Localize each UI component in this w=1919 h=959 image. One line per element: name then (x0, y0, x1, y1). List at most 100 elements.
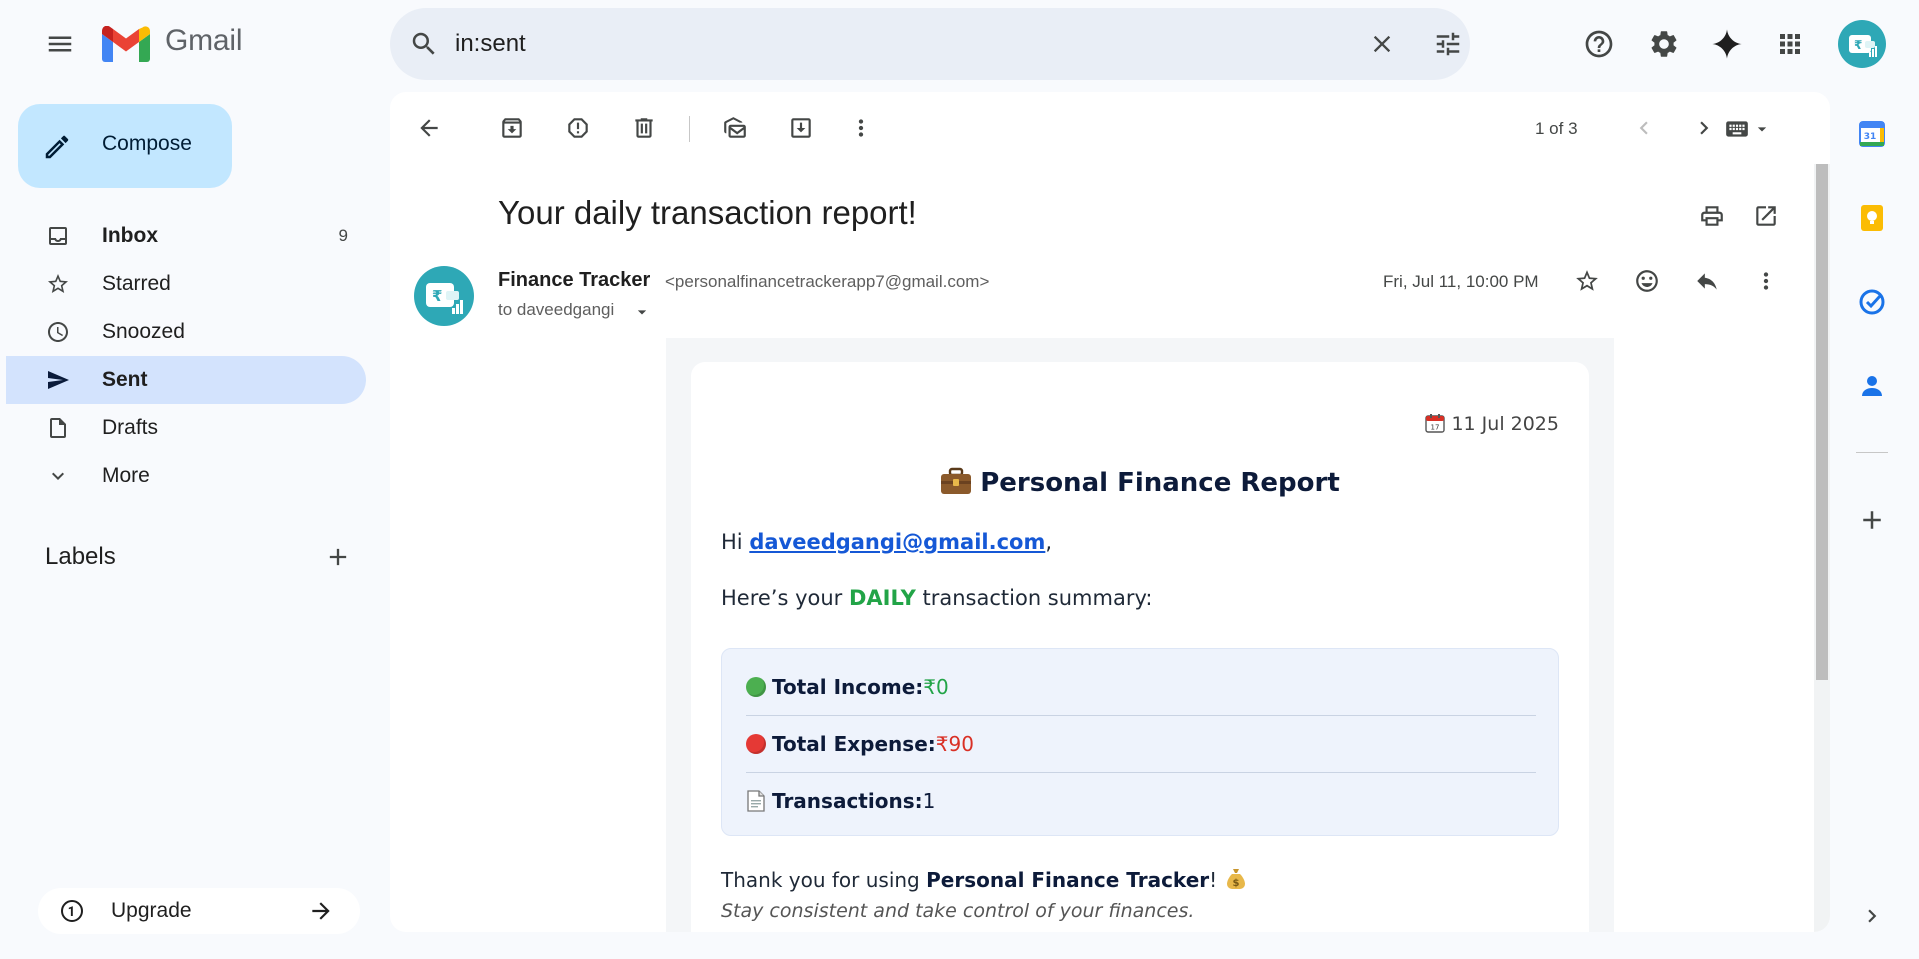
sender-name[interactable]: Finance Tracker (498, 269, 650, 292)
star-icon (1576, 270, 1598, 291)
tagline: Stay consistent and take control of your… (721, 900, 1195, 922)
clear-search-button[interactable] (1358, 20, 1406, 68)
summary-prefix: Here’s your (721, 586, 849, 610)
create-label-button[interactable] (314, 533, 362, 581)
pagination-text: 1 of 3 (1535, 119, 1578, 138)
briefcase-icon (941, 467, 972, 494)
show-side-panel-button[interactable] (1848, 892, 1896, 940)
clear-search-icon (1373, 35, 1391, 53)
scrollbar-thumb[interactable] (1816, 164, 1828, 680)
back-button[interactable] (405, 104, 453, 152)
sidebar-item-snoozed[interactable]: Snoozed (6, 308, 366, 356)
expense-row: Total Expense:₹90 (746, 716, 1536, 773)
greeting-suffix: , (1045, 530, 1053, 554)
search-button[interactable] (400, 20, 448, 68)
get-addons-button[interactable] (1848, 496, 1896, 544)
settings-button[interactable] (1640, 20, 1688, 68)
transactions-value: 1 (922, 789, 936, 813)
search-options-button[interactable] (1424, 20, 1472, 68)
star-message-button[interactable] (1563, 257, 1611, 305)
apps-icon (1780, 34, 1800, 54)
sidebar-item-label: Inbox (102, 224, 158, 247)
mark-unread-button[interactable] (711, 104, 759, 152)
tasks-app-button[interactable] (1848, 278, 1896, 326)
income-row: Total Income:₹0 (746, 659, 1536, 716)
sidebar-item-sent[interactable]: Sent (6, 356, 366, 404)
calendar-app-button[interactable]: 31 (1848, 110, 1896, 158)
toolbar-divider (689, 116, 690, 142)
upgrade-button[interactable]: Upgrade (38, 888, 360, 934)
delete-button[interactable] (620, 104, 668, 152)
sidebar-item-label: Drafts (102, 416, 159, 439)
compose-button[interactable]: Compose (18, 104, 232, 188)
sidebar-item-inbox[interactable]: Inbox 9 (6, 212, 366, 260)
move-to-button[interactable] (777, 104, 825, 152)
message-date: Fri, Jul 11, 10:00 PM (1383, 272, 1539, 291)
summary-suffix: transaction summary: (915, 586, 1153, 610)
draft-icon (50, 418, 66, 438)
reply-icon (1697, 273, 1717, 290)
compose-label: Compose (102, 132, 192, 155)
calendar-icon: 31 (1859, 121, 1885, 147)
greeting-prefix: Hi (721, 530, 750, 554)
reply-button[interactable] (1683, 257, 1731, 305)
recipient-email-link[interactable]: daveedgangi@gmail.com (749, 530, 1045, 554)
settings-icon (1651, 31, 1677, 57)
sidebar-item-label: Sent (102, 368, 148, 391)
search-input[interactable]: in:sent (455, 30, 526, 58)
sidebar-item-drafts[interactable]: Drafts (6, 404, 366, 452)
brand-name: Personal Finance Tracker (926, 868, 1210, 892)
summary-intro: Here’s your DAILY transaction summary: (721, 586, 1152, 610)
input-tools-button[interactable] (1722, 116, 1778, 142)
newer-button[interactable] (1620, 104, 1668, 152)
report-spam-button[interactable] (554, 104, 602, 152)
main-menu-button[interactable] (36, 20, 84, 68)
document-icon (747, 790, 765, 812)
contacts-icon (1862, 376, 1882, 396)
keep-app-button[interactable] (1848, 194, 1896, 242)
sidebar-item-more[interactable]: More (6, 452, 366, 500)
next-icon (1700, 121, 1709, 135)
send-icon (48, 371, 69, 389)
gemini-button[interactable] (1703, 20, 1751, 68)
move-to-icon (791, 118, 811, 138)
archive-button[interactable] (488, 104, 536, 152)
sidebar-item-label: More (102, 464, 150, 487)
sender-avatar[interactable]: ₹ (414, 266, 474, 326)
google-apps-button[interactable] (1766, 20, 1814, 68)
sidebar-item-starred[interactable]: Starred (6, 260, 366, 308)
gmail-logo[interactable] (102, 26, 150, 62)
message-more-button[interactable] (1742, 257, 1790, 305)
search-bar[interactable]: in:sent (390, 8, 1470, 80)
unread-count: 9 (338, 226, 348, 245)
emoji-icon (1636, 270, 1658, 292)
recipient-details-toggle[interactable]: to daveedgangi (498, 300, 658, 322)
stats-box: Total Income:₹0 Total Expense:₹90 Transa… (721, 648, 1559, 836)
more-actions-button[interactable] (837, 104, 885, 152)
email-body: 17 11 Jul 2025 Personal Finance Report Hi… (666, 338, 1614, 932)
older-button[interactable] (1680, 104, 1728, 152)
support-button[interactable] (1575, 20, 1623, 68)
sidebar-item-label: Snoozed (102, 320, 185, 343)
search-icon (412, 32, 435, 55)
report-title-text: Personal Finance Report (980, 468, 1340, 498)
wallet-icon: ₹ (1849, 35, 1877, 57)
sidebar-item-label: Starred (102, 272, 171, 295)
open-new-window-button[interactable] (1742, 192, 1790, 240)
caret-down-icon (1757, 127, 1767, 132)
contacts-app-button[interactable] (1848, 362, 1896, 410)
keep-icon (1861, 205, 1883, 231)
report-period: DAILY (849, 586, 916, 610)
wallet-icon: ₹ (426, 283, 463, 314)
gemini-icon (1712, 29, 1742, 59)
message-subject: Your daily transaction report! (498, 194, 917, 231)
print-all-button[interactable] (1688, 192, 1736, 240)
message-view: 1 of 3 Your daily transaction report! ₹ … (390, 92, 1830, 932)
svg-text:17: 17 (1431, 424, 1440, 432)
avatar[interactable]: ₹ (1838, 20, 1886, 68)
plus-icon (329, 548, 347, 566)
report-date: 17 11 Jul 2025 (1425, 413, 1559, 435)
add-reaction-button[interactable] (1623, 257, 1671, 305)
report-card: 17 11 Jul 2025 Personal Finance Report Hi… (691, 362, 1589, 932)
upgrade-icon (61, 900, 83, 922)
